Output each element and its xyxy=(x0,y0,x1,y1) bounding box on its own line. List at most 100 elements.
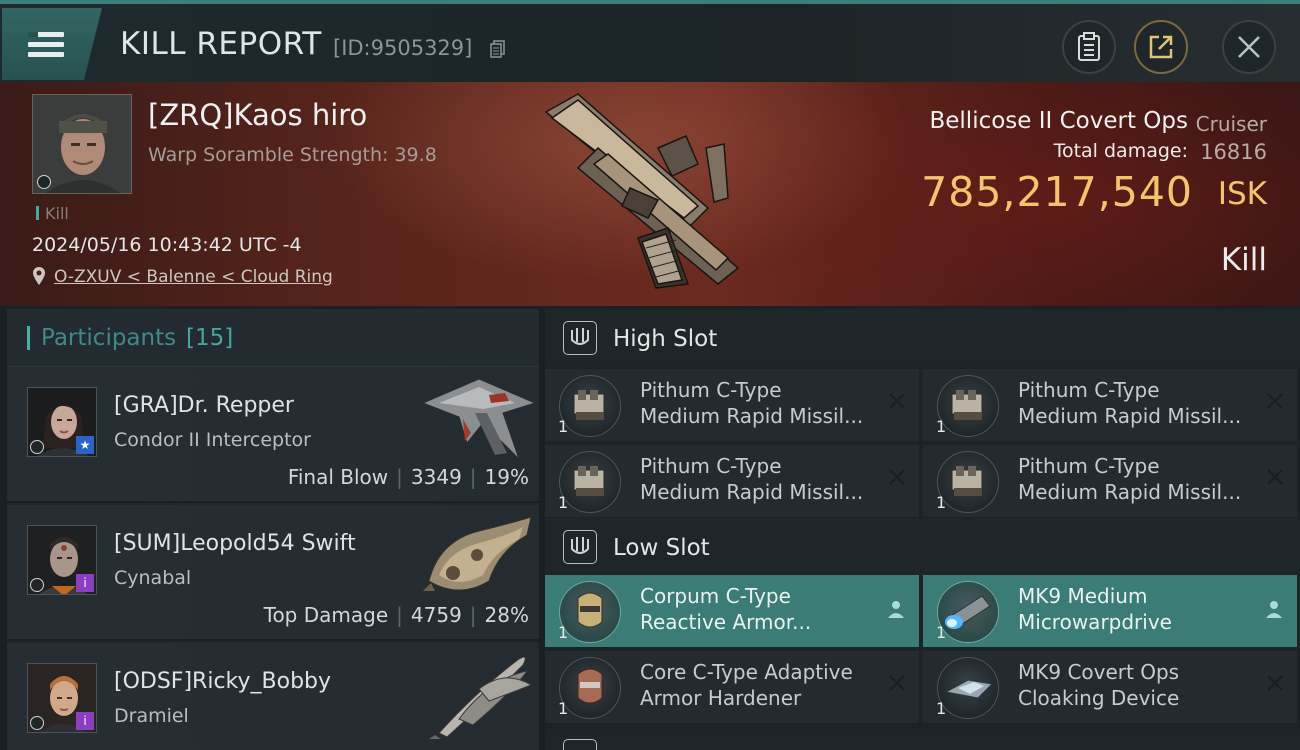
armor-hardener-icon xyxy=(559,657,621,719)
module-name: Corpum C-Type Reactive Armor... xyxy=(640,584,812,634)
missile-launcher-icon xyxy=(937,375,999,437)
module-item[interactable]: 1 Pithum C-Type Medium Rapid Missil... xyxy=(923,445,1297,517)
kill-datetime: 2024/05/16 10:43:42 UTC -4 xyxy=(32,234,302,256)
destroyed-icon xyxy=(1267,469,1283,485)
share-icon xyxy=(1149,35,1173,59)
low-slot-icon xyxy=(563,530,597,564)
low-slot-header: Low Slot xyxy=(545,518,1300,576)
participant-avatar[interactable]: i xyxy=(27,525,97,595)
participant-stats: Final Blow | 3349 | 19% xyxy=(287,465,529,489)
module-quantity: 1 xyxy=(936,623,947,642)
module-quantity: 1 xyxy=(558,417,569,436)
participant-name[interactable]: [ODSF]Ricky_Bobby xyxy=(114,669,331,694)
participant-ship-image xyxy=(429,656,533,739)
victim-ship-class: Cruiser xyxy=(1195,112,1267,136)
participant-ship: Cynabal xyxy=(114,567,192,589)
module-item[interactable]: 1 Pithum C-Type Medium Rapid Missil... xyxy=(545,369,919,441)
destroyed-icon xyxy=(889,469,905,485)
copy-icon[interactable] xyxy=(490,40,506,58)
missile-launcher-icon xyxy=(559,375,621,437)
participant-ship: Condor II Interceptor xyxy=(114,429,311,451)
location-link[interactable]: O-ZXUV < Balenne < Cloud Ring xyxy=(54,267,333,287)
fitting-panel[interactable]: High Slot 1 Pithum C-Type Medium Rapid M… xyxy=(545,309,1300,750)
module-name: Pithum C-Type Medium Rapid Missil... xyxy=(640,378,864,428)
module-name: Pithum C-Type Medium Rapid Missil... xyxy=(1018,378,1242,428)
participant-damage: 4759 xyxy=(410,603,462,627)
victim-avatar[interactable] xyxy=(32,94,132,194)
module-quantity: 1 xyxy=(936,417,947,436)
victim-ship-image[interactable] xyxy=(538,88,768,293)
warp-scramble-strength: Warp Soramble Strength: 39.8 xyxy=(148,144,437,166)
victim-summary: [ZRQ]Kaos hiro Warp Soramble Strength: 3… xyxy=(0,82,1300,306)
participant-row[interactable]: i [ODSF]Ricky_Bobby Dramiel xyxy=(7,643,539,750)
participant-stats: Top Damage | 4759 | 28% xyxy=(263,603,529,627)
report-id: [ID:9505329] xyxy=(333,36,473,60)
close-icon xyxy=(1238,36,1260,58)
module-quantity: 1 xyxy=(558,623,569,642)
module-item[interactable]: 1 Pithum C-Type Medium Rapid Missil... xyxy=(545,445,919,517)
participant-avatar[interactable]: i xyxy=(27,663,97,733)
share-button[interactable] xyxy=(1134,20,1188,74)
destroyed-icon xyxy=(889,675,905,691)
participant-row[interactable]: ★ [GRA]Dr. Repper Condor II Interceptor … xyxy=(7,367,539,503)
cloaking-device-icon xyxy=(937,657,999,719)
top-bar: KILL REPORT [ID:9505329] xyxy=(0,0,1300,82)
dropped-person-icon xyxy=(1266,601,1282,618)
missile-launcher-icon xyxy=(559,451,621,513)
clipboard-button[interactable] xyxy=(1062,20,1116,74)
participant-ship: Dramiel xyxy=(114,705,189,727)
high-slot-header: High Slot xyxy=(545,309,1300,367)
participant-name[interactable]: [GRA]Dr. Repper xyxy=(114,393,294,418)
isk-value: 785,217,540 xyxy=(921,168,1193,216)
participant-avatar[interactable]: ★ xyxy=(27,387,97,457)
module-item[interactable]: 1 Pithum C-Type Medium Rapid Missil... xyxy=(923,369,1297,441)
module-name: MK9 Medium Microwarpdrive xyxy=(1018,584,1172,634)
participants-header: Participants [15] xyxy=(7,309,539,367)
corp-icon xyxy=(30,440,44,454)
kill-tag: Kill xyxy=(36,204,69,223)
mid-slot-header xyxy=(545,729,1300,750)
microwarpdrive-icon xyxy=(937,581,999,643)
destroyed-icon xyxy=(1267,675,1283,691)
module-quantity: 1 xyxy=(558,493,569,512)
dropped-person-icon xyxy=(888,601,904,618)
missile-launcher-icon xyxy=(937,451,999,513)
participant-row[interactable]: i [SUM]Leopold54 Swift Cynabal Top Damag… xyxy=(7,505,539,641)
participant-damage-percent: 19% xyxy=(484,465,529,489)
module-item[interactable]: 1 MK9 Covert Ops Cloaking Device xyxy=(923,651,1297,723)
mid-slot-icon xyxy=(563,739,597,750)
victim-ship-name[interactable]: Bellicose II Covert Ops xyxy=(929,108,1188,134)
module-item[interactable]: 1 MK9 Medium Microwarpdrive xyxy=(923,575,1297,647)
module-item[interactable]: 1 Core C-Type Adaptive Armor Hardener xyxy=(545,651,919,723)
module-name: MK9 Covert Ops Cloaking Device xyxy=(1018,660,1180,710)
kill-result: Kill xyxy=(1220,242,1267,278)
module-item[interactable]: 1 Corpum C-Type Reactive Armor... xyxy=(545,575,919,647)
module-name: Pithum C-Type Medium Rapid Missil... xyxy=(640,454,864,504)
participant-damage-percent: 28% xyxy=(484,603,529,627)
info-icon: i xyxy=(76,712,94,730)
module-quantity: 1 xyxy=(936,493,947,512)
participants-title: Participants xyxy=(41,325,177,351)
low-slot-title: Low Slot xyxy=(613,535,710,561)
participants-panel[interactable]: Participants [15] ★ [GRA]Dr. Repper Cond… xyxy=(7,309,539,750)
participant-ship-image xyxy=(423,516,532,591)
high-slot-icon xyxy=(563,321,597,355)
participant-name[interactable]: [SUM]Leopold54 Swift xyxy=(114,531,356,556)
info-icon: i xyxy=(76,574,94,592)
armor-plate-icon xyxy=(559,581,621,643)
participant-role: Top Damage xyxy=(263,603,389,627)
location-pin-icon xyxy=(33,267,45,285)
corp-icon xyxy=(30,578,44,592)
participant-role: Final Blow xyxy=(287,465,389,489)
high-slot-title: High Slot xyxy=(613,326,718,352)
clipboard-icon xyxy=(1078,32,1100,61)
destroyed-icon xyxy=(1267,393,1283,409)
participant-ship-image xyxy=(421,378,537,460)
close-button[interactable] xyxy=(1222,20,1276,74)
victim-name[interactable]: [ZRQ]Kaos hiro xyxy=(148,98,367,132)
total-damage-value: 16816 xyxy=(1200,140,1267,164)
module-quantity: 1 xyxy=(936,699,947,718)
menu-button[interactable] xyxy=(2,8,102,80)
total-damage-label: Total damage: xyxy=(1053,140,1188,162)
participant-damage: 3349 xyxy=(410,465,462,489)
